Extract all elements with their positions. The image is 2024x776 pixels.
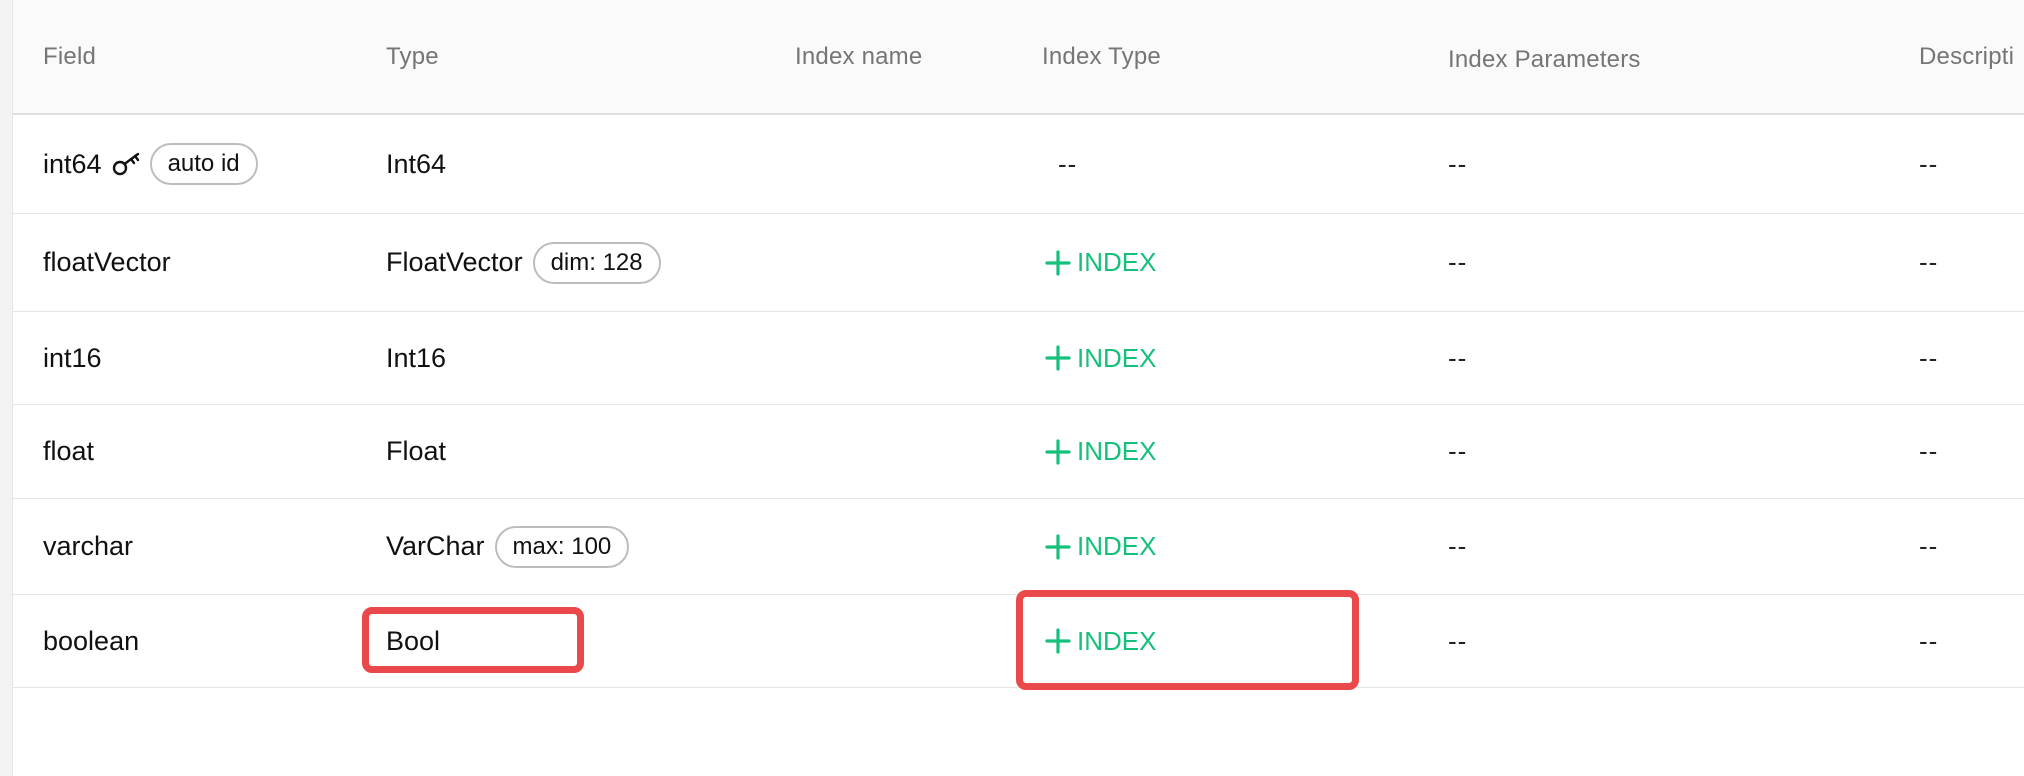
- field-name: int64: [43, 148, 102, 179]
- column-header-description[interactable]: Descripti: [1919, 0, 2014, 113]
- table-row: float Float INDEX -- --: [13, 405, 2024, 499]
- index-type-cell: INDEX: [1045, 499, 1156, 594]
- auto-id-chip: auto id: [149, 143, 258, 185]
- table-row: int16 Int16 INDEX -- --: [13, 312, 2024, 405]
- add-index-button[interactable]: INDEX: [1045, 343, 1156, 374]
- plus-icon: [1045, 438, 1071, 465]
- page: Field Type Index name Index Type Index P…: [0, 0, 2024, 776]
- index-params-cell: --: [1448, 342, 1468, 373]
- index-params-cell: --: [1448, 436, 1468, 466]
- index-params-cell: --: [1448, 531, 1468, 561]
- description-cell: --: [1919, 148, 1939, 179]
- type-name: VarChar: [386, 531, 485, 561]
- plus-icon: [1045, 345, 1071, 371]
- index-params-cell: --: [1448, 247, 1468, 277]
- plus-icon: [1045, 628, 1071, 654]
- index-type-cell: INDEX: [1045, 312, 1156, 404]
- add-index-button[interactable]: INDEX: [1045, 531, 1156, 562]
- description-cell: --: [1919, 625, 1939, 656]
- type-cell: Bool: [386, 625, 441, 656]
- type-cell: Int64: [386, 148, 447, 179]
- max-length-chip: max: 100: [494, 525, 630, 568]
- add-index-label: INDEX: [1077, 342, 1157, 373]
- description-cell: --: [1919, 342, 1939, 373]
- schema-table: Field Type Index name Index Type Index P…: [13, 0, 2024, 688]
- field-name: int16: [43, 342, 102, 373]
- description-cell: --: [1919, 436, 1939, 466]
- left-panel-edge: [0, 0, 13, 776]
- index-type-cell: INDEX: [1045, 595, 1156, 687]
- key-icon: [112, 151, 142, 177]
- add-index-button[interactable]: INDEX: [1045, 247, 1156, 278]
- table-row: int64 auto id Int64 -- -- --: [13, 115, 2024, 214]
- type-name: FloatVector: [386, 247, 523, 277]
- table-header: Field Type Index name Index Type Index P…: [13, 0, 2024, 115]
- add-index-button[interactable]: INDEX: [1045, 436, 1156, 467]
- description-cell: --: [1919, 247, 1939, 277]
- table-row: varchar VarChar max: 100 INDEX -- --: [13, 499, 2024, 595]
- add-index-label: INDEX: [1077, 625, 1157, 656]
- table-row: boolean Bool INDEX -- --: [13, 595, 2024, 688]
- dim-chip: dim: 128: [532, 241, 661, 284]
- type-cell: FloatVector dim: 128: [386, 214, 661, 311]
- index-type-cell: INDEX: [1045, 405, 1156, 498]
- table-row: floatVector FloatVector dim: 128 INDEX -…: [13, 214, 2024, 312]
- add-index-label: INDEX: [1077, 247, 1157, 277]
- column-header-index-type[interactable]: Index Type: [1042, 0, 1161, 113]
- index-params-cell: --: [1448, 625, 1468, 656]
- field-name: float: [43, 436, 95, 466]
- column-header-index-name[interactable]: Index name: [795, 0, 922, 113]
- add-index-button[interactable]: INDEX: [1045, 626, 1156, 657]
- field-cell: int64 auto id: [43, 115, 258, 213]
- column-header-field[interactable]: Field: [43, 0, 96, 113]
- add-index-label: INDEX: [1077, 531, 1157, 561]
- plus-icon: [1045, 533, 1071, 560]
- field-name: varchar: [43, 531, 134, 561]
- column-header-index-parameters[interactable]: Index Parameters: [1448, 0, 1641, 113]
- type-cell: Int16: [386, 342, 447, 373]
- type-cell: VarChar max: 100: [386, 499, 630, 594]
- plus-icon: [1045, 249, 1071, 276]
- index-type-cell: INDEX: [1045, 214, 1156, 311]
- add-index-label: INDEX: [1077, 436, 1157, 466]
- field-name: floatVector: [43, 247, 171, 277]
- description-cell: --: [1919, 531, 1939, 561]
- type-cell: Float: [386, 436, 447, 466]
- column-header-type[interactable]: Type: [386, 0, 439, 113]
- index-type-cell: --: [1058, 148, 1078, 179]
- field-name: boolean: [43, 625, 140, 656]
- index-params-cell: --: [1448, 148, 1468, 179]
